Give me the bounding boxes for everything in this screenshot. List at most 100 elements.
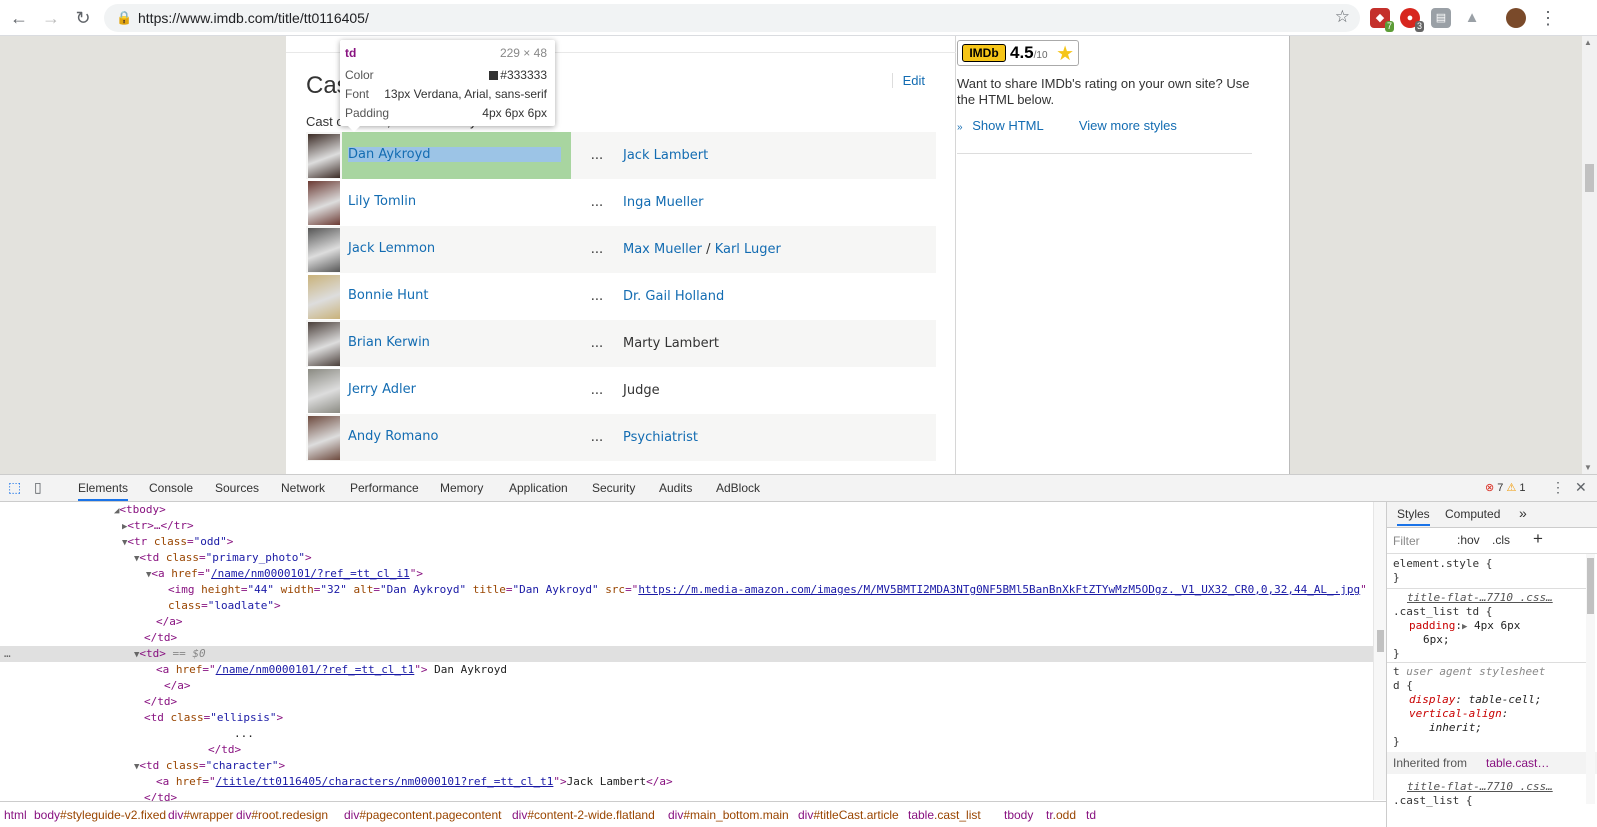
address-bar[interactable]: 🔒 https://www.imdb.com/title/tt0116405/ …: [104, 4, 1360, 32]
tab-audits[interactable]: Audits: [659, 475, 692, 501]
stylesheet-source-link[interactable]: title-flat-…7710 .css…: [1407, 780, 1553, 794]
cast-name-link[interactable]: Lily Tomlin: [348, 194, 416, 209]
character-name[interactable]: Jack Lambert: [623, 148, 708, 163]
dom-line-selected[interactable]: … ▼<td> == $0: [0, 646, 1383, 662]
css-property[interactable]: padding:▶ 4px 6px: [1409, 619, 1520, 633]
stylesheet-source-link[interactable]: title-flat-…7710 .css…: [1407, 591, 1553, 605]
adblock-icon[interactable]: ● 3: [1400, 8, 1424, 32]
scroll-up-icon[interactable]: ▲: [1584, 38, 1592, 47]
view-more-styles-link[interactable]: View more styles: [1079, 118, 1177, 133]
dom-line[interactable]: ◢<tbody>: [114, 502, 166, 518]
forward-icon[interactable]: →: [40, 7, 62, 29]
extension-gray-icon[interactable]: ▤: [1431, 8, 1451, 28]
cast-photo[interactable]: [308, 227, 340, 272]
dom-line[interactable]: ▶<tr>…</tr>: [122, 518, 194, 534]
rating-badge[interactable]: IMDb 4.5/10 ★: [957, 40, 1079, 66]
rule-selector[interactable]: .cast_list {: [1393, 794, 1472, 808]
reload-icon[interactable]: ↻: [72, 7, 94, 29]
tab-memory[interactable]: Memory: [440, 475, 483, 501]
character-name[interactable]: Psychiatrist: [623, 430, 698, 445]
more-options-icon[interactable]: ⋮: [1551, 479, 1565, 496]
breadcrumb-item[interactable]: div#root.redesign: [236, 808, 328, 822]
cast-photo[interactable]: [308, 180, 340, 225]
tab-adblock[interactable]: AdBlock: [716, 475, 760, 501]
dom-line[interactable]: <td class="ellipsis">: [144, 710, 283, 726]
inspect-element-icon[interactable]: ⬚: [8, 479, 21, 496]
cast-name-link[interactable]: Jerry Adler: [348, 382, 416, 397]
breadcrumb-item[interactable]: tr.odd: [1046, 808, 1076, 822]
cls-button[interactable]: .cls: [1492, 533, 1510, 547]
scroll-down-icon[interactable]: ▼: [1584, 463, 1592, 472]
tab-performance[interactable]: Performance: [350, 475, 419, 501]
more-tabs-icon[interactable]: »: [1519, 505, 1527, 521]
scrollbar-thumb[interactable]: [1377, 630, 1384, 652]
edit-link[interactable]: Edit: [891, 73, 925, 88]
menu-icon[interactable]: ⋮: [1537, 7, 1559, 29]
tab-network[interactable]: Network: [281, 475, 325, 501]
cast-name-link[interactable]: Andy Romano: [348, 429, 438, 444]
cast-photo[interactable]: [308, 368, 340, 413]
cast-photo[interactable]: [308, 415, 340, 460]
breadcrumb-item[interactable]: div#main_bottom.main: [668, 808, 789, 822]
breadcrumb-item[interactable]: div#titleCast.article: [798, 808, 899, 822]
cast-name-link[interactable]: Brian Kerwin: [348, 335, 430, 350]
breadcrumb-item[interactable]: table.cast_list: [908, 808, 981, 822]
element-style-rule[interactable]: element.style {: [1393, 557, 1492, 571]
character-name[interactable]: Inga Mueller: [623, 195, 703, 210]
breadcrumb-item[interactable]: div#wrapper: [168, 808, 233, 822]
breadcrumb-item[interactable]: html: [4, 808, 27, 822]
cast-photo[interactable]: [308, 321, 340, 366]
tab-application[interactable]: Application: [509, 475, 568, 501]
dom-line[interactable]: </td>: [208, 742, 241, 758]
cast-name-link[interactable]: Dan Aykroyd: [348, 147, 561, 162]
dom-line[interactable]: ▼<tr class="odd">: [122, 534, 233, 550]
back-icon[interactable]: ←: [8, 7, 30, 29]
breadcrumb-item[interactable]: tbody: [1004, 808, 1033, 822]
avatar[interactable]: [1506, 8, 1526, 28]
hov-button[interactable]: :hov: [1457, 533, 1480, 547]
dom-line[interactable]: ...: [234, 726, 254, 742]
url-text[interactable]: https://www.imdb.com/title/tt0116405/: [138, 10, 369, 26]
styles-scrollbar[interactable]: [1586, 554, 1595, 804]
bookmark-star-icon[interactable]: ☆: [1335, 7, 1350, 27]
dom-line[interactable]: class="loadlate">: [168, 598, 281, 614]
character-name[interactable]: Max Mueller: [623, 242, 702, 257]
breadcrumb-item[interactable]: div#pagecontent.pagecontent: [344, 808, 501, 822]
dom-line[interactable]: <a href="/name/nm0000101/?ref_=tt_cl_t1"…: [156, 662, 507, 678]
cast-name-link[interactable]: Jack Lemmon: [348, 241, 435, 256]
dom-line[interactable]: ▼<td class="character">: [134, 758, 285, 774]
add-rule-icon[interactable]: +: [1533, 529, 1543, 549]
elements-scrollbar[interactable]: [1373, 502, 1386, 800]
tab-console[interactable]: Console: [149, 475, 193, 501]
drive-icon[interactable]: ▲: [1462, 8, 1482, 28]
filter-input[interactable]: Filter: [1393, 534, 1420, 548]
error-count[interactable]: ⊗ 7 ⚠ 1: [1485, 481, 1526, 494]
tab-security[interactable]: Security: [592, 475, 635, 501]
dom-line[interactable]: <a href="/title/tt0116405/characters/nm0…: [156, 774, 673, 790]
ublock-icon[interactable]: ◆ 7: [1370, 8, 1394, 32]
dom-line[interactable]: </a>: [164, 678, 191, 694]
scrollbar-thumb[interactable]: [1585, 164, 1594, 192]
tab-sources[interactable]: Sources: [215, 475, 259, 501]
cast-photo[interactable]: [308, 274, 340, 319]
show-html-link[interactable]: Show HTML: [972, 118, 1043, 133]
breadcrumb-item[interactable]: body#styleguide-v2.fixed: [34, 808, 166, 822]
character-name[interactable]: Dr. Gail Holland: [623, 289, 724, 304]
dom-line[interactable]: ▼<td class="primary_photo">: [134, 550, 312, 566]
dom-line[interactable]: <img height="44" width="32" alt="Dan Ayk…: [168, 582, 1367, 598]
dom-line[interactable]: </td>: [144, 694, 177, 710]
scrollbar-thumb[interactable]: [1587, 558, 1594, 614]
rule-selector[interactable]: .cast_list td {: [1393, 605, 1492, 619]
dom-line[interactable]: ▼<a href="/name/nm0000101/?ref_=tt_cl_i1…: [146, 566, 423, 582]
cast-name-link[interactable]: Bonnie Hunt: [348, 288, 428, 303]
dom-line[interactable]: </a>: [156, 614, 183, 630]
tab-elements[interactable]: Elements: [78, 475, 129, 501]
breadcrumb-item[interactable]: div#content-2-wide.flatland: [512, 808, 655, 822]
close-icon[interactable]: ✕: [1575, 479, 1587, 496]
device-toolbar-icon[interactable]: ▯: [34, 479, 42, 496]
tab-computed[interactable]: Computed: [1445, 507, 1500, 521]
breadcrumb-item[interactable]: td: [1086, 808, 1096, 822]
tab-styles[interactable]: Styles: [1397, 507, 1430, 526]
cast-photo[interactable]: [308, 133, 340, 178]
character-name[interactable]: Karl Luger: [715, 242, 781, 257]
